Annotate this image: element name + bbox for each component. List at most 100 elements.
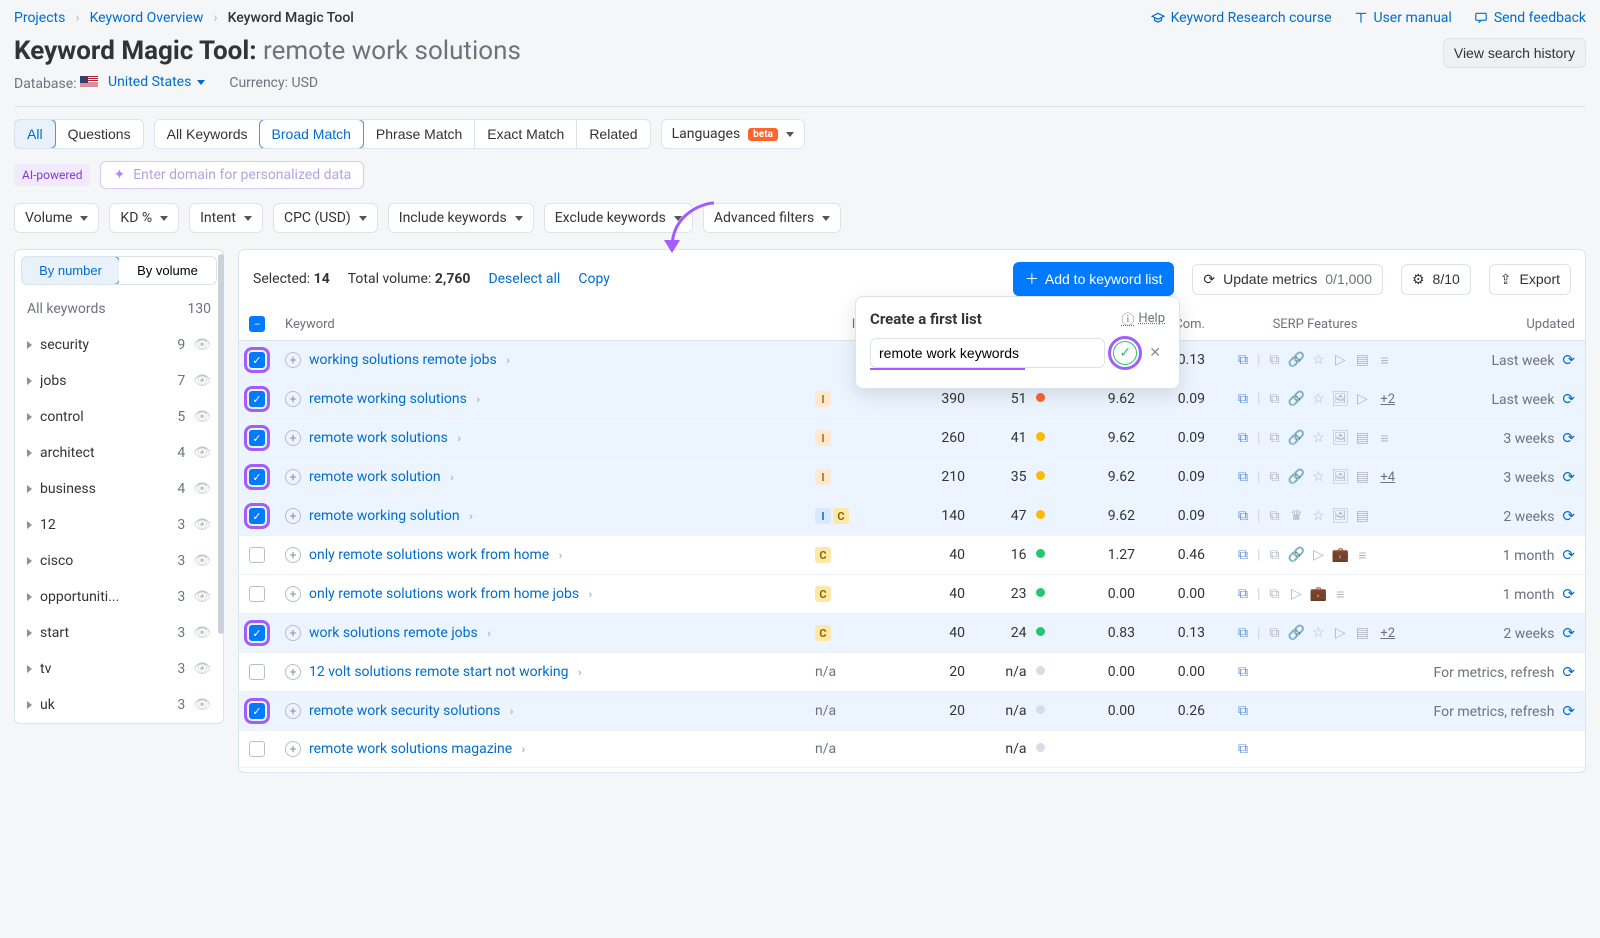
sidebar-tab-by-number[interactable]: By number: [21, 256, 120, 285]
filter-kd-[interactable]: KD %: [109, 203, 179, 233]
add-kw-icon[interactable]: +: [285, 664, 301, 680]
sidebar-item-security[interactable]: security9👁: [15, 327, 223, 363]
help-link[interactable]: ⓘHelp: [1121, 309, 1165, 328]
more-serp[interactable]: +2: [1380, 626, 1395, 641]
sidebar-tab-by-volume[interactable]: By volume: [119, 257, 216, 284]
sidebar-item-business[interactable]: business4👁: [15, 471, 223, 507]
sidebar-item-tv[interactable]: tv3👁: [15, 651, 223, 687]
add-kw-icon[interactable]: +: [285, 703, 301, 719]
add-kw-icon[interactable]: +: [285, 586, 301, 602]
row-checkbox[interactable]: [249, 547, 265, 563]
db-selector[interactable]: United States: [80, 74, 205, 90]
refresh-row-icon[interactable]: ⟳: [1562, 624, 1575, 642]
sidebar-item-cisco[interactable]: cisco3👁: [15, 543, 223, 579]
link-course[interactable]: Keyword Research course: [1151, 10, 1332, 26]
keyword-link[interactable]: remote working solutions: [309, 391, 467, 407]
crumb-overview[interactable]: Keyword Overview: [90, 10, 204, 26]
add-kw-icon[interactable]: +: [285, 352, 301, 368]
row-checkbox[interactable]: ✓: [249, 508, 265, 524]
row-checkbox[interactable]: [249, 664, 265, 680]
sidebar-item-control[interactable]: control5👁: [15, 399, 223, 435]
serp-open-icon[interactable]: ⧉: [1235, 391, 1251, 407]
refresh-row-icon[interactable]: ⟳: [1562, 468, 1575, 486]
filter-volume[interactable]: Volume: [14, 203, 99, 233]
serp-open-icon[interactable]: ⧉: [1235, 469, 1251, 485]
keyword-link[interactable]: remote working solution: [309, 508, 460, 524]
row-checkbox[interactable]: ✓: [249, 391, 265, 407]
copy-link[interactable]: Copy: [578, 271, 610, 287]
keyword-link[interactable]: only remote solutions work from home job…: [309, 586, 579, 602]
serp-open-icon[interactable]: ⧉: [1235, 664, 1251, 680]
row-checkbox[interactable]: ✓: [249, 352, 265, 368]
refresh-row-icon[interactable]: ⟳: [1562, 390, 1575, 408]
filter-cpc-usd-[interactable]: CPC (USD): [273, 203, 378, 233]
tab-broad-match[interactable]: Broad Match: [259, 119, 364, 149]
sidebar-item-start[interactable]: start3👁: [15, 615, 223, 651]
sidebar-item-12[interactable]: 123👁: [15, 507, 223, 543]
sidebar-item-opportuniti[interactable]: opportuniti...3👁: [15, 579, 223, 615]
domain-input[interactable]: ✦ Enter domain for personalized data: [100, 161, 364, 189]
refresh-row-icon[interactable]: ⟳: [1562, 429, 1575, 447]
tab-questions[interactable]: Questions: [55, 120, 143, 148]
tab-phrase-match[interactable]: Phrase Match: [363, 120, 474, 148]
serp-open-icon[interactable]: ⧉: [1235, 430, 1251, 446]
row-checkbox[interactable]: [249, 741, 265, 757]
add-kw-icon[interactable]: +: [285, 469, 301, 485]
sidebar-item-uk[interactable]: uk3👁: [15, 687, 223, 723]
refresh-row-icon[interactable]: ⟳: [1562, 702, 1575, 720]
crumb-projects[interactable]: Projects: [14, 10, 65, 26]
add-kw-icon[interactable]: +: [285, 625, 301, 641]
keyword-link[interactable]: working solutions remote jobs: [309, 352, 497, 368]
deselect-all-link[interactable]: Deselect all: [488, 271, 560, 287]
tab-related[interactable]: Related: [576, 120, 649, 148]
serp-open-icon[interactable]: ⧉: [1235, 741, 1251, 757]
serp-open-icon[interactable]: ⧉: [1235, 352, 1251, 368]
tab-all-keywords[interactable]: All Keywords: [155, 120, 260, 148]
export-button[interactable]: ⇪ Export: [1489, 264, 1571, 295]
more-serp[interactable]: +2: [1380, 392, 1395, 407]
tab-all[interactable]: All: [14, 119, 56, 149]
confirm-list-button[interactable]: ✓: [1113, 341, 1137, 365]
sidebar-item-architect[interactable]: architect4👁: [15, 435, 223, 471]
add-to-keyword-list-button[interactable]: ＋Add to keyword list: [1013, 262, 1175, 296]
serp-open-icon[interactable]: ⧉: [1235, 547, 1251, 563]
row-checkbox[interactable]: ✓: [249, 703, 265, 719]
link-feedback[interactable]: Send feedback: [1474, 10, 1586, 26]
keyword-link[interactable]: only remote solutions work from home: [309, 547, 549, 563]
update-metrics-button[interactable]: ⟳ Update metrics 0/1,000: [1192, 264, 1383, 295]
serp-open-icon[interactable]: ⧉: [1235, 508, 1251, 524]
refresh-row-icon[interactable]: ⟳: [1562, 663, 1575, 681]
refresh-row-icon[interactable]: ⟳: [1562, 585, 1575, 603]
keyword-link[interactable]: remote work solutions: [309, 430, 448, 446]
th-updated[interactable]: Updated: [1415, 308, 1585, 341]
filter-intent[interactable]: Intent: [189, 203, 263, 233]
filter-include-keywords[interactable]: Include keywords: [388, 203, 534, 233]
sidebar-scrollbar[interactable]: [218, 254, 224, 634]
row-checkbox[interactable]: ✓: [249, 469, 265, 485]
serp-open-icon[interactable]: ⧉: [1235, 586, 1251, 602]
columns-button[interactable]: ⚙ 8/10: [1401, 264, 1471, 295]
keyword-link[interactable]: remote work solution: [309, 469, 441, 485]
sidebar-item-jobs[interactable]: jobs7👁: [15, 363, 223, 399]
add-kw-icon[interactable]: +: [285, 391, 301, 407]
languages-selector[interactable]: Languages beta: [661, 119, 805, 149]
cancel-list-button[interactable]: ✕: [1145, 343, 1165, 363]
th-keyword[interactable]: Keyword: [275, 308, 805, 341]
filter-exclude-keywords[interactable]: Exclude keywords: [544, 203, 693, 233]
keyword-link[interactable]: remote work solutions magazine: [309, 741, 512, 757]
row-checkbox[interactable]: [249, 586, 265, 602]
select-all-checkbox[interactable]: −: [249, 316, 265, 332]
add-kw-icon[interactable]: +: [285, 430, 301, 446]
serp-open-icon[interactable]: ⧉: [1235, 625, 1251, 641]
tab-exact-match[interactable]: Exact Match: [474, 120, 576, 148]
add-kw-icon[interactable]: +: [285, 508, 301, 524]
keyword-link[interactable]: 12 volt solutions remote start not worki…: [309, 664, 569, 680]
row-checkbox[interactable]: ✓: [249, 625, 265, 641]
refresh-row-icon[interactable]: ⟳: [1562, 507, 1575, 525]
th-serp[interactable]: SERP Features: [1215, 308, 1415, 341]
refresh-row-icon[interactable]: ⟳: [1562, 351, 1575, 369]
link-manual[interactable]: User manual: [1354, 10, 1452, 26]
keyword-link[interactable]: work solutions remote jobs: [309, 625, 478, 641]
add-kw-icon[interactable]: +: [285, 741, 301, 757]
view-history-button[interactable]: View search history: [1443, 38, 1586, 68]
